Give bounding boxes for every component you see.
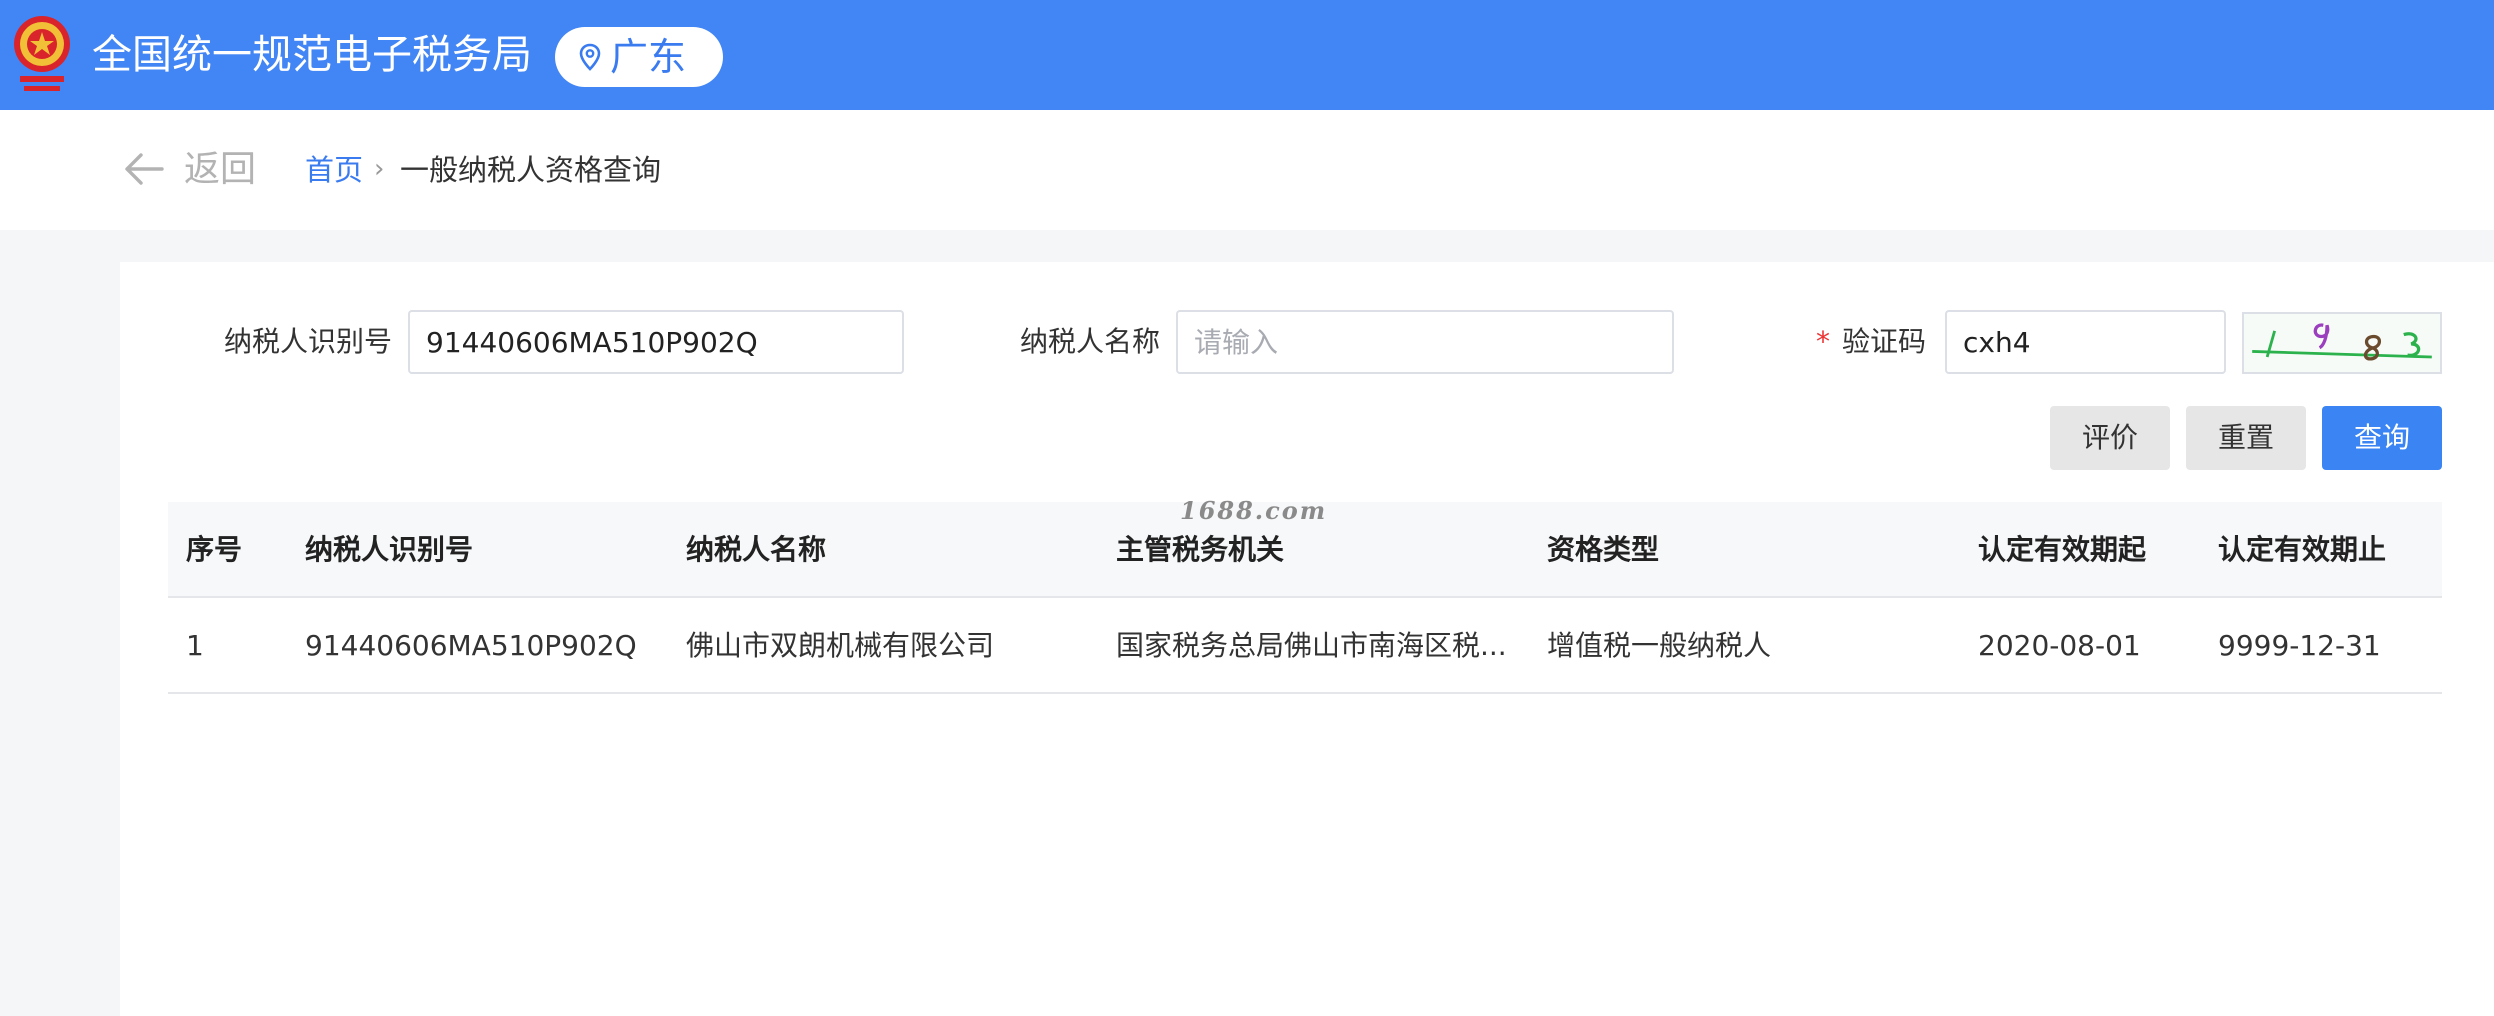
breadcrumb-current: 一般纳税人资格查询 — [400, 153, 662, 187]
column-header-index: 序号 — [186, 533, 243, 566]
column-header-tax-authority: 主管税务机关 — [1116, 533, 1285, 566]
column-header-taxpayer-id: 纳税人识别号 — [305, 533, 474, 566]
evaluate-button[interactable]: 评价 — [2050, 406, 2170, 470]
top-header: 全国统一规范电子税务局 广东 — [0, 0, 2494, 110]
taxpayer-id-input[interactable] — [408, 310, 904, 374]
back-link[interactable]: 返回 — [184, 148, 256, 192]
region-label: 广东 — [610, 35, 687, 79]
breadcrumb-home-link[interactable]: 首页 — [305, 152, 363, 188]
taxpayer-name-label: 纳税人名称 — [1020, 325, 1161, 358]
location-pin-icon — [579, 43, 601, 71]
cell-valid-to: 9999-12-31 — [2218, 629, 2381, 662]
column-header-valid-from: 认定有效期起 — [1978, 533, 2147, 566]
breadcrumb-separator: › — [374, 154, 385, 184]
cell-taxpayer-id: 91440606MA510P902Q — [305, 629, 637, 662]
captcha-input[interactable] — [1945, 310, 2226, 374]
column-header-valid-to: 认定有效期止 — [2218, 533, 2387, 566]
captcha-label: * 验证码 — [1816, 324, 1926, 360]
captcha-image[interactable] — [2242, 312, 2442, 374]
required-mark: * — [1816, 325, 1830, 358]
watermark: 1688.com — [1180, 496, 1328, 525]
reset-button[interactable]: 重置 — [2186, 406, 2306, 470]
region-selector[interactable]: 广东 — [555, 27, 723, 87]
cell-qualification-type: 增值税一般纳税人 — [1547, 629, 1772, 662]
column-header-qualification-type: 资格类型 — [1547, 533, 1660, 566]
breadcrumb-bar: 返回 首页 › 一般纳税人资格查询 — [0, 110, 2494, 230]
taxpayer-id-label: 纳税人识别号 — [224, 325, 393, 358]
tax-emblem-icon — [14, 16, 70, 91]
column-header-taxpayer-name: 纳税人名称 — [686, 533, 827, 566]
cell-valid-from: 2020-08-01 — [1978, 629, 2141, 662]
cell-taxpayer-name: 佛山市双朗机械有限公司 — [686, 629, 995, 662]
site-title: 全国统一规范电子税务局 — [92, 32, 532, 78]
query-button[interactable]: 查询 — [2322, 406, 2442, 470]
captcha-label-text: 验证码 — [1842, 325, 1927, 358]
table-row: 1 91440606MA510P902Q 佛山市双朗机械有限公司 国家税务总局佛… — [168, 598, 2442, 694]
cell-tax-authority: 国家税务总局佛山市南海区税... — [1116, 629, 1507, 662]
cell-index: 1 — [186, 629, 204, 662]
taxpayer-name-input[interactable] — [1176, 310, 1674, 374]
back-arrow-icon[interactable] — [124, 152, 164, 186]
